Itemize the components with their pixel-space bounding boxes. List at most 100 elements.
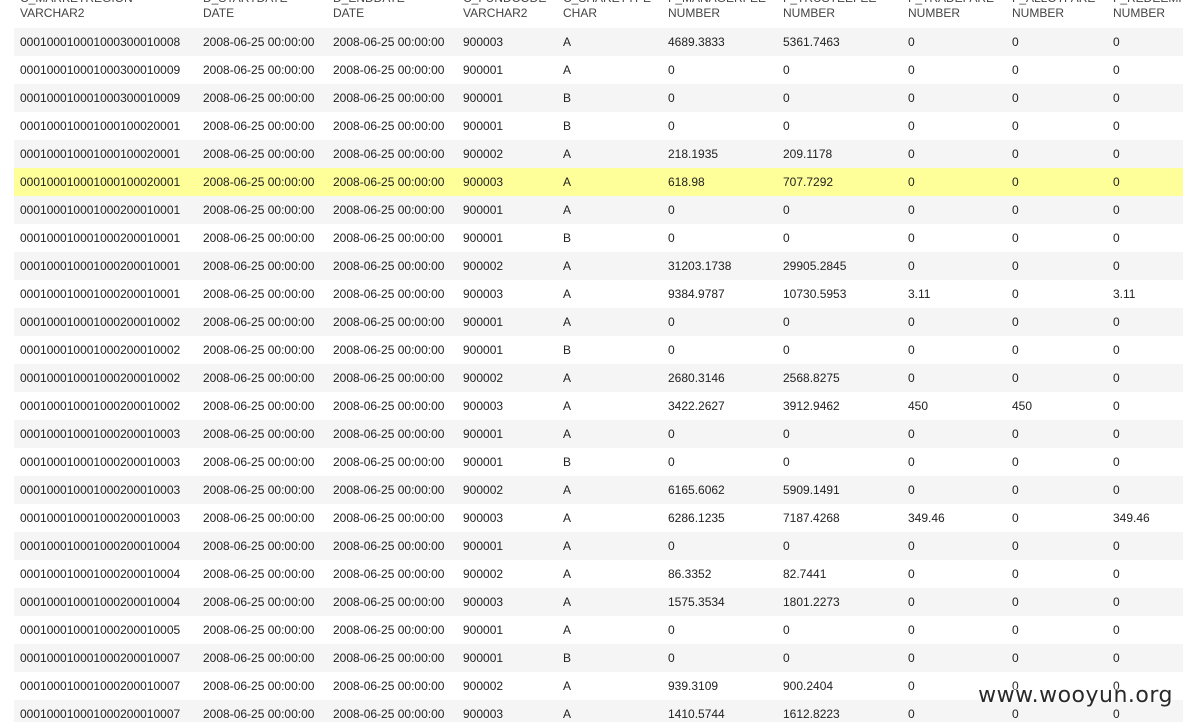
table-cell[interactable]: 000100010001000300010009 <box>14 56 203 84</box>
table-cell[interactable]: 0 <box>1006 644 1113 672</box>
table-cell[interactable]: 0 <box>1107 252 1183 280</box>
table-cell[interactable]: 000100010001000200010001 <box>14 280 203 308</box>
table-row[interactable]: 000100010001000200010004 2008-06-25 00:00… <box>14 560 1183 588</box>
table-cell[interactable]: 7187.4268 <box>777 504 908 532</box>
column-header-f-trusteefee[interactable]: F_TRUSTEEFEENUMBER <box>777 0 902 28</box>
table-cell[interactable]: 0 <box>1006 224 1113 252</box>
table-cell[interactable]: 86.3352 <box>662 560 783 588</box>
table-cell[interactable]: 2008-06-25 00:00:00 <box>327 308 463 336</box>
table-cell[interactable]: 2008-06-25 00:00:00 <box>197 28 333 56</box>
table-cell[interactable]: A <box>557 700 668 722</box>
table-cell[interactable]: 0 <box>1107 560 1183 588</box>
table-cell[interactable]: 2008-06-25 00:00:00 <box>327 196 463 224</box>
table-cell[interactable]: 000100010001000200010004 <box>14 588 203 616</box>
table-cell[interactable]: 3.11 <box>902 280 1012 308</box>
table-cell[interactable]: 0 <box>777 420 908 448</box>
table-cell[interactable]: B <box>557 336 668 364</box>
table-cell[interactable]: 0 <box>1107 644 1183 672</box>
table-cell[interactable]: 5909.1491 <box>777 476 908 504</box>
table-row[interactable]: 000100010001000200010002 2008-06-25 00:00… <box>14 308 1183 336</box>
table-cell[interactable]: 000100010001000200010005 <box>14 616 203 644</box>
table-cell[interactable]: 0 <box>1006 616 1113 644</box>
table-cell[interactable]: 0 <box>777 224 908 252</box>
table-cell[interactable]: 2008-06-25 00:00:00 <box>327 616 463 644</box>
table-cell[interactable]: 2008-06-25 00:00:00 <box>197 364 333 392</box>
table-cell[interactable]: 0 <box>1107 84 1183 112</box>
table-cell[interactable]: 0 <box>902 168 1012 196</box>
table-cell[interactable]: 0 <box>1006 504 1113 532</box>
table-cell[interactable]: 0 <box>777 448 908 476</box>
table-row[interactable]: 000100010001000300010008 2008-06-25 00:00… <box>14 28 1183 56</box>
table-cell[interactable]: 0 <box>902 616 1012 644</box>
table-cell[interactable]: 0 <box>902 476 1012 504</box>
table-cell[interactable]: 450 <box>902 392 1012 420</box>
table-cell[interactable]: 0 <box>1006 448 1113 476</box>
table-cell[interactable]: 2008-06-25 00:00:00 <box>197 56 333 84</box>
table-cell[interactable]: 0 <box>902 196 1012 224</box>
table-row[interactable]: 000100010001000200010001 2008-06-25 00:00… <box>14 224 1183 252</box>
table-cell[interactable]: 2008-06-25 00:00:00 <box>327 224 463 252</box>
table-cell[interactable]: 218.1935 <box>662 140 783 168</box>
table-cell[interactable]: 2008-06-25 00:00:00 <box>197 84 333 112</box>
table-cell[interactable]: 000100010001000100020001 <box>14 168 203 196</box>
table-cell[interactable]: 2008-06-25 00:00:00 <box>327 504 463 532</box>
table-cell[interactable]: 4689.3833 <box>662 28 783 56</box>
table-cell[interactable]: 000100010001000200010007 <box>14 700 203 722</box>
table-cell[interactable]: 000100010001000300010009 <box>14 84 203 112</box>
table-cell[interactable]: 2680.3146 <box>662 364 783 392</box>
table-cell[interactable]: 0 <box>1006 28 1113 56</box>
table-cell[interactable]: 900001 <box>457 532 563 560</box>
table-cell[interactable]: 2008-06-25 00:00:00 <box>327 252 463 280</box>
table-cell[interactable]: 0 <box>662 56 783 84</box>
table-cell[interactable]: 0 <box>1006 588 1113 616</box>
table-cell[interactable]: 0 <box>662 308 783 336</box>
table-cell[interactable]: 0 <box>902 532 1012 560</box>
table-cell[interactable]: 1801.2273 <box>777 588 908 616</box>
table-cell[interactable]: 000100010001000200010007 <box>14 672 203 700</box>
table-cell[interactable]: 900002 <box>457 140 563 168</box>
table-cell[interactable]: 349.46 <box>1107 504 1183 532</box>
table-row[interactable]: 000100010001000300010009 2008-06-25 00:00… <box>14 56 1183 84</box>
table-cell[interactable]: 0 <box>777 616 908 644</box>
table-cell[interactable]: 000100010001000200010003 <box>14 504 203 532</box>
table-row[interactable]: 000100010001000200010003 2008-06-25 00:00… <box>14 420 1183 448</box>
table-cell[interactable]: 2008-06-25 00:00:00 <box>327 28 463 56</box>
table-cell[interactable]: 0 <box>902 336 1012 364</box>
table-cell[interactable]: 0 <box>662 336 783 364</box>
table-cell[interactable]: 000100010001000200010001 <box>14 224 203 252</box>
table-cell[interactable]: B <box>557 448 668 476</box>
table-cell[interactable]: 6165.6062 <box>662 476 783 504</box>
table-cell[interactable]: A <box>557 56 668 84</box>
table-cell[interactable]: 2008-06-25 00:00:00 <box>327 672 463 700</box>
table-cell[interactable]: 0 <box>1107 364 1183 392</box>
table-cell[interactable]: 2008-06-25 00:00:00 <box>327 420 463 448</box>
table-cell[interactable]: A <box>557 588 668 616</box>
table-cell[interactable]: 0 <box>662 84 783 112</box>
table-cell[interactable]: 2008-06-25 00:00:00 <box>197 504 333 532</box>
table-cell[interactable]: 2008-06-25 00:00:00 <box>327 644 463 672</box>
table-cell[interactable]: 000100010001000200010001 <box>14 196 203 224</box>
table-cell[interactable]: 0 <box>777 336 908 364</box>
table-cell[interactable]: 0 <box>1006 336 1113 364</box>
table-cell[interactable]: A <box>557 504 668 532</box>
table-cell[interactable]: 209.1178 <box>777 140 908 168</box>
table-cell[interactable]: 000100010001000200010004 <box>14 532 203 560</box>
table-cell[interactable]: 900001 <box>457 308 563 336</box>
table-cell[interactable]: 0 <box>1006 56 1113 84</box>
table-cell[interactable]: 900003 <box>457 168 563 196</box>
table-cell[interactable]: 900002 <box>457 672 563 700</box>
table-cell[interactable]: 0 <box>662 532 783 560</box>
table-cell[interactable]: 0 <box>1006 280 1113 308</box>
table-cell[interactable]: 2008-06-25 00:00:00 <box>197 336 333 364</box>
table-cell[interactable]: 0 <box>1006 84 1113 112</box>
table-row[interactable]: 000100010001000200010003 2008-06-25 00:00… <box>14 448 1183 476</box>
table-cell[interactable]: A <box>557 308 668 336</box>
table-cell[interactable]: 000100010001000100020001 <box>14 140 203 168</box>
column-header-c-sharetype[interactable]: C_SHARETYPECHAR <box>557 0 662 28</box>
table-row[interactable]: 000100010001000100020001 2008-06-25 00:00… <box>14 112 1183 140</box>
table-cell[interactable]: 900001 <box>457 56 563 84</box>
table-row[interactable]: 000100010001000100020001 2008-06-25 00:00… <box>14 168 1183 196</box>
table-cell[interactable]: 2008-06-25 00:00:00 <box>197 644 333 672</box>
table-cell[interactable]: A <box>557 616 668 644</box>
table-cell[interactable]: 2008-06-25 00:00:00 <box>327 112 463 140</box>
